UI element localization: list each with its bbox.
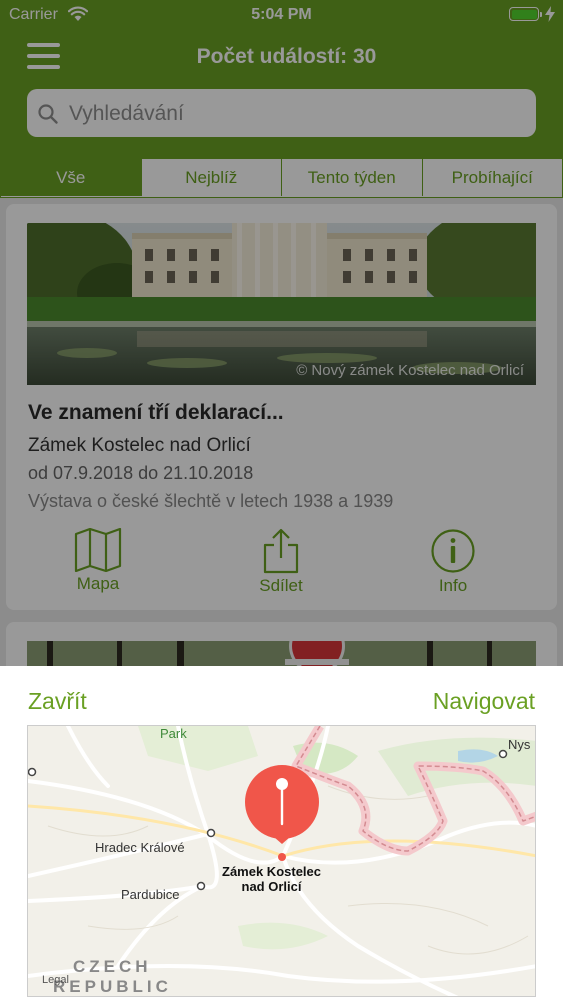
destination-name-line1: Zámek Kostelec [222, 864, 321, 879]
map-label-destination: Zámek Kostelec nad Orlicí [222, 864, 321, 894]
map-label-country-line1: CZECH [73, 957, 152, 976]
dim-overlay[interactable] [0, 0, 563, 666]
location-pin-icon[interactable] [242, 764, 322, 864]
app-root: Carrier 5:04 PM Počet událostí: 30 Vyhle… [0, 0, 563, 1000]
map-label-pardubice: Pardubice [121, 887, 180, 902]
map-label-hradec-kralove: Hradec Králové [95, 840, 185, 855]
map-sheet: Zavřít Navigovat Park Nys Hradec Králové… [0, 666, 563, 1000]
close-button[interactable]: Zavřít [28, 688, 87, 715]
destination-name-line2: nad Orlicí [241, 879, 302, 894]
map-legal-link[interactable]: Legal [42, 974, 69, 986]
map-label-park: Park [160, 726, 187, 741]
map-view[interactable]: Park Nys Hradec Králové Pardubice Zámek … [27, 725, 536, 997]
map-label-nysa: Nys [508, 737, 531, 752]
navigate-button[interactable]: Navigovat [433, 688, 535, 715]
map-label-country-line2: REPUBLIC [53, 977, 172, 996]
